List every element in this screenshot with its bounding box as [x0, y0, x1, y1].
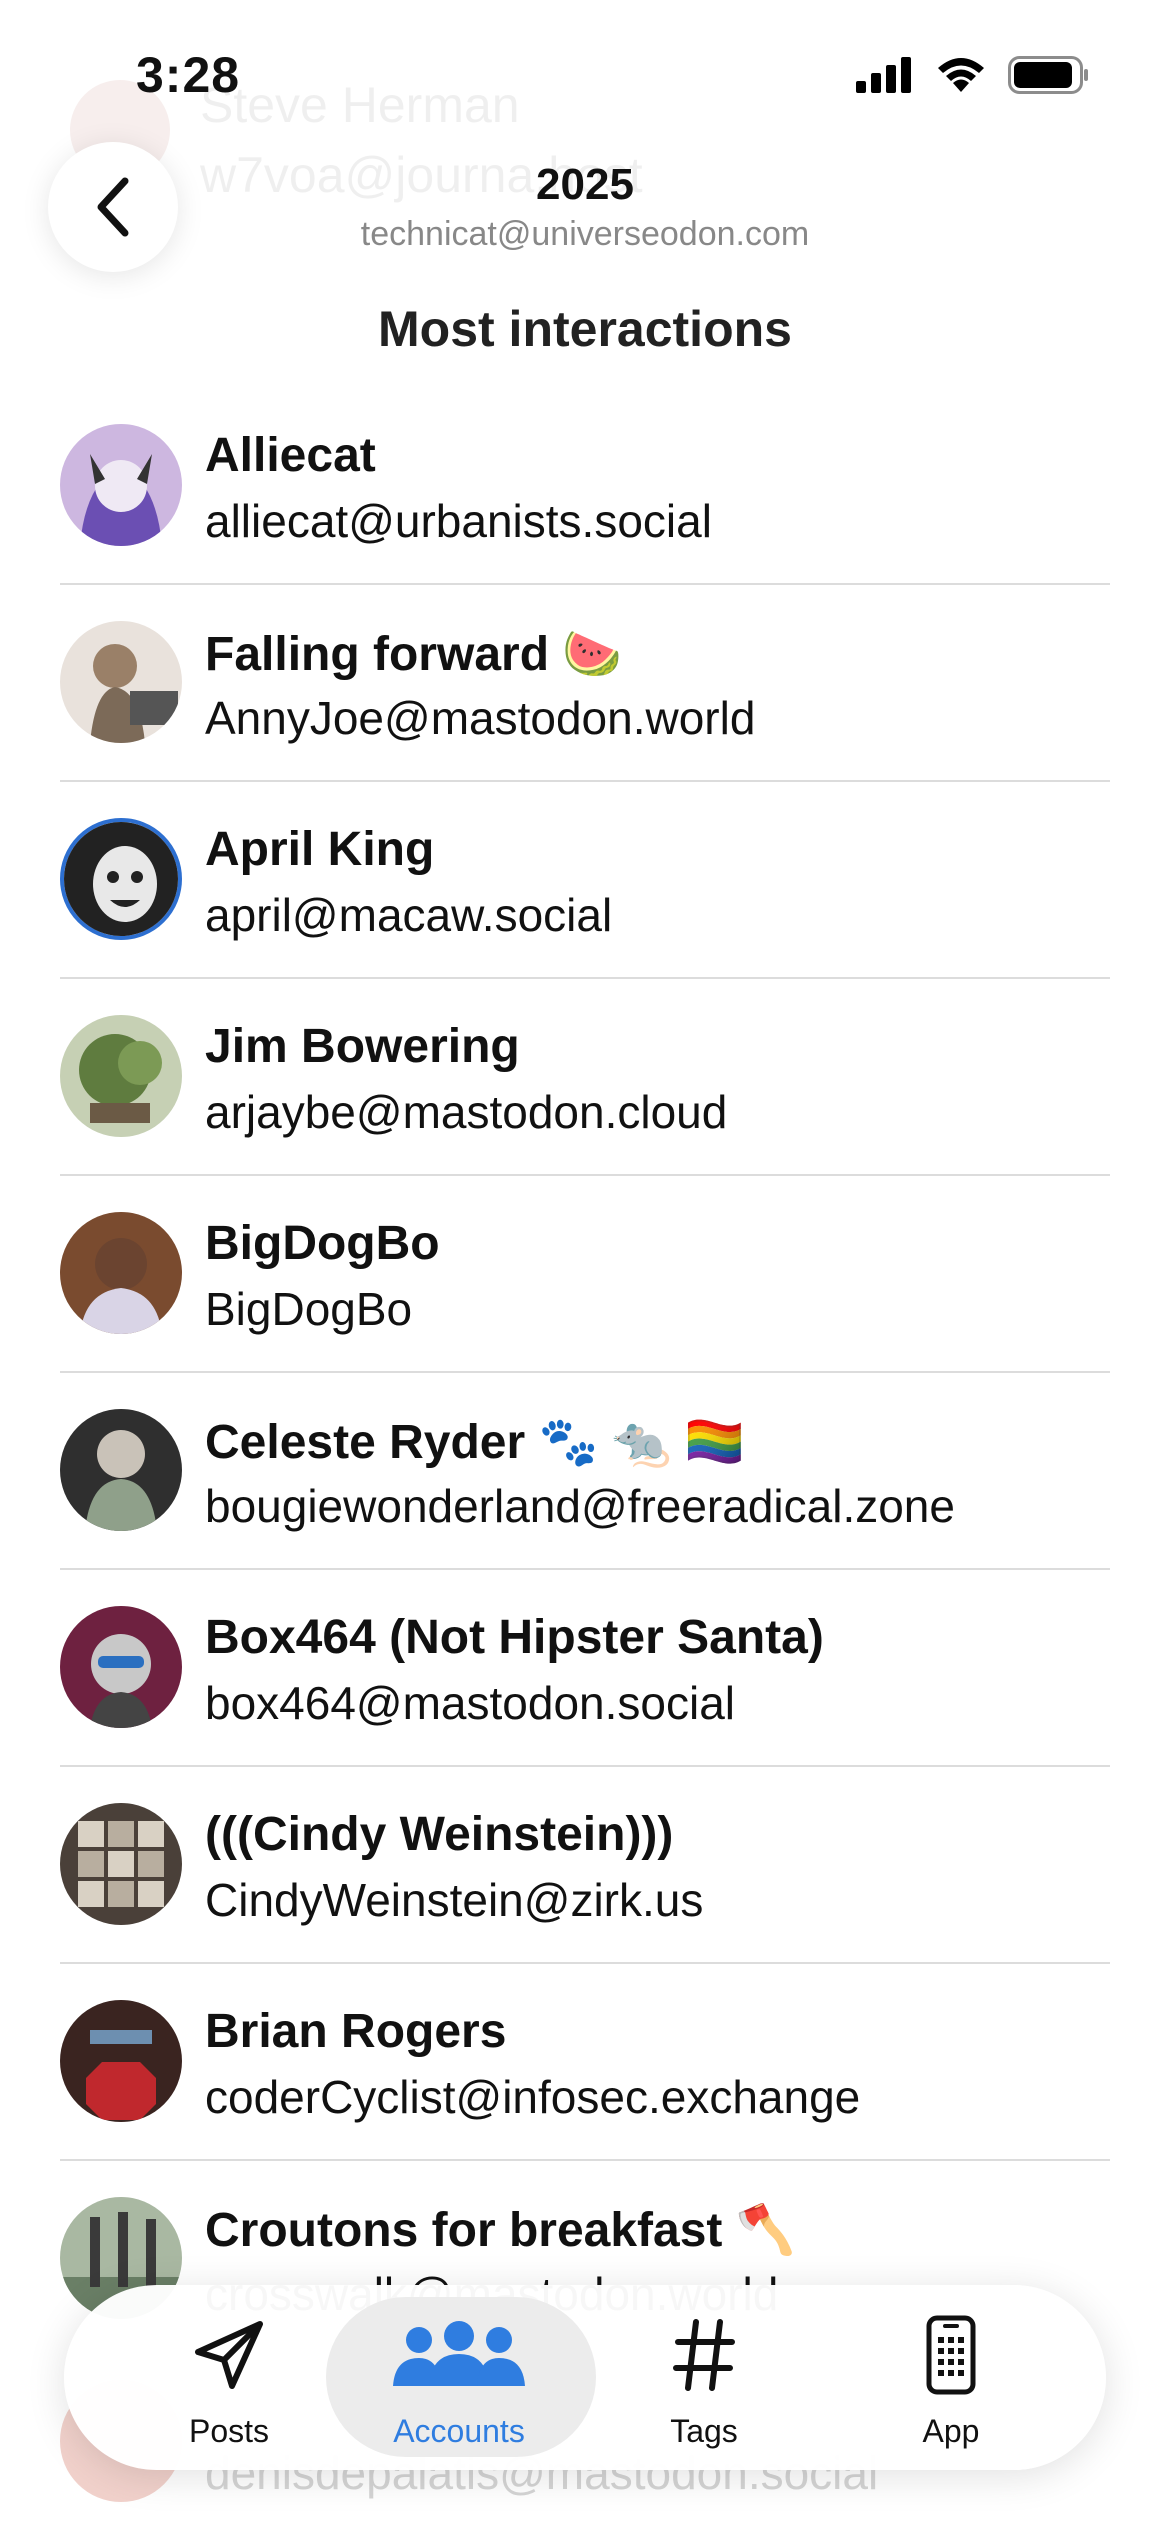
account-name: Falling forward 🍉 [205, 628, 623, 681]
ghost-top-name: Steve Herman [200, 77, 520, 133]
avatar [60, 1212, 182, 1334]
avatar [60, 1409, 182, 1531]
avatar [60, 1803, 182, 1925]
account-name: April King [205, 823, 435, 876]
account-handle: alliecat@urbanists.social [205, 495, 712, 547]
account-name: Box464 (Not Hipster Santa) [205, 1611, 824, 1664]
avatar [60, 621, 182, 743]
account-handle: CindyWeinstein@zirk.us [205, 1874, 704, 1926]
account-handle: AnnyJoe@mastodon.world [205, 692, 756, 744]
account-row[interactable]: Falling forward 🍉 AnnyJoe@mastodon.world [60, 585, 1110, 782]
account-name: (((Cindy Weinstein))) [205, 1808, 674, 1861]
account-handle: BigDogBo [205, 1283, 413, 1335]
avatar [60, 1015, 182, 1137]
account-name: BigDogBo [205, 1217, 440, 1270]
page-title: 2025 [536, 160, 634, 209]
avatar [60, 818, 182, 940]
account-row[interactable]: Celeste Ryder 🐾 🐀 🏳️‍🌈 bougiewonderland@… [60, 1373, 1110, 1570]
account-handle: april@macaw.social [205, 889, 613, 941]
hashtag-icon [673, 2319, 735, 2391]
accounts-list: Alliecat alliecat@urbanists.social Falli… [60, 388, 1110, 2356]
account-row[interactable]: Brian Rogers coderCyclist@infosec.exchan… [60, 1964, 1110, 2161]
account-handle: coderCyclist@infosec.exchange [205, 2071, 861, 2123]
avatar [60, 424, 182, 546]
status-icons [856, 56, 1090, 94]
account-name: Jim Bowering [205, 1020, 520, 1073]
avatar [60, 2000, 182, 2122]
account-row[interactable]: Box464 (Not Hipster Santa) box464@mastod… [60, 1570, 1110, 1767]
account-row[interactable]: April King april@macaw.social [60, 782, 1110, 979]
tab-app[interactable]: App [816, 2285, 1086, 2470]
tab-label: Accounts [393, 2413, 525, 2449]
account-name: Alliecat [205, 429, 376, 482]
battery-icon [1008, 56, 1088, 94]
paper-plane-icon [195, 2321, 263, 2389]
avatar [60, 1606, 182, 1728]
tab-label: Tags [670, 2413, 738, 2449]
account-name: Brian Rogers [205, 2005, 507, 2058]
account-name: Celeste Ryder 🐾 🐀 🏳️‍🌈 [205, 1416, 745, 1469]
account-row[interactable]: BigDogBo BigDogBo [60, 1176, 1110, 1373]
tab-accounts[interactable]: Accounts [324, 2285, 596, 2470]
tab-label: App [922, 2413, 980, 2449]
section-title: Most interactions [378, 301, 792, 357]
page-subtitle: technicat@universeodon.com [360, 215, 810, 253]
phone-icon [926, 2315, 976, 2395]
account-handle: box464@mastodon.social [205, 1677, 736, 1729]
account-handle: bougiewonderland@freeradical.zone [205, 1480, 955, 1532]
status-time: 3:28 [136, 47, 241, 103]
people-icon [393, 2321, 525, 2386]
tab-bar: Posts Accounts Tags App [64, 2285, 1106, 2470]
wifi-icon [938, 58, 984, 92]
account-name: Croutons for breakfast 🪓 [205, 2204, 796, 2257]
account-row[interactable]: Alliecat alliecat@urbanists.social [60, 388, 1110, 585]
account-row[interactable]: Jim Bowering arjaybe@mastodon.cloud [60, 979, 1110, 1176]
cellular-signal-icon [856, 57, 911, 93]
account-row[interactable]: (((Cindy Weinstein))) CindyWeinstein@zir… [60, 1767, 1110, 1964]
account-handle: arjaybe@mastodon.cloud [205, 1086, 728, 1138]
tab-tags[interactable]: Tags [569, 2285, 839, 2470]
